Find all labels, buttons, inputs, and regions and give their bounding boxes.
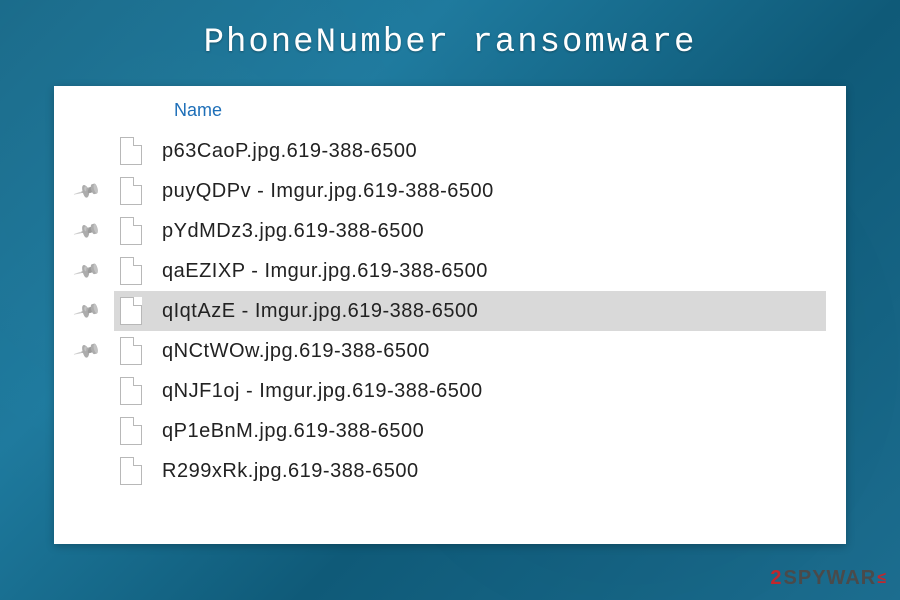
file-row[interactable]: 📌qNCtWOw.jpg.619-388-6500 xyxy=(114,331,846,371)
pin-icon[interactable]: 📌 xyxy=(72,256,102,285)
file-name: qNJF1oj - Imgur.jpg.619-388-6500 xyxy=(162,380,483,403)
file-name: qaEZIXP - Imgur.jpg.619-388-6500 xyxy=(162,260,488,283)
file-row[interactable]: R299xRk.jpg.619-388-6500 xyxy=(114,451,846,491)
column-header-name[interactable]: Name xyxy=(114,100,846,131)
file-icon xyxy=(120,257,142,285)
watermark-text: SPYWAR xyxy=(784,567,877,590)
file-row[interactable]: 📌pYdMDz3.jpg.619-388-6500 xyxy=(114,211,846,251)
file-icon xyxy=(120,217,142,245)
pin-icon[interactable]: 📌 xyxy=(72,296,102,325)
watermark: 2 SPYWAR ≤ xyxy=(770,567,886,590)
file-row[interactable]: 📌puyQDPv - Imgur.jpg.619-388-6500 xyxy=(114,171,846,211)
file-name: puyQDPv - Imgur.jpg.619-388-6500 xyxy=(162,180,494,203)
file-name: pYdMDz3.jpg.619-388-6500 xyxy=(162,220,424,243)
file-icon xyxy=(120,177,142,205)
file-icon xyxy=(120,297,142,325)
pin-icon[interactable]: 📌 xyxy=(72,216,102,245)
pin-icon[interactable]: 📌 xyxy=(72,336,102,365)
file-row[interactable]: qP1eBnM.jpg.619-388-6500 xyxy=(114,411,846,451)
file-name: R299xRk.jpg.619-388-6500 xyxy=(162,460,419,483)
file-icon xyxy=(120,457,142,485)
file-row[interactable]: 📌qIqtAzE - Imgur.jpg.619-388-6500 xyxy=(114,291,826,331)
file-icon xyxy=(120,337,142,365)
page-title: PhoneNumber ransomware xyxy=(204,24,697,62)
file-list: p63CaoP.jpg.619-388-6500 📌puyQDPv - Imgur… xyxy=(114,131,846,491)
pin-icon[interactable]: 📌 xyxy=(72,176,102,205)
file-icon xyxy=(120,377,142,405)
background: PhoneNumber ransomware Name p63CaoP.jpg.… xyxy=(0,0,900,600)
watermark-suffix: ≤ xyxy=(877,570,886,588)
file-row[interactable]: qNJF1oj - Imgur.jpg.619-388-6500 xyxy=(114,371,846,411)
file-icon xyxy=(120,417,142,445)
file-name: qIqtAzE - Imgur.jpg.619-388-6500 xyxy=(162,300,478,323)
file-row[interactable]: 📌qaEZIXP - Imgur.jpg.619-388-6500 xyxy=(114,251,846,291)
file-name: qNCtWOw.jpg.619-388-6500 xyxy=(162,340,430,363)
file-name: p63CaoP.jpg.619-388-6500 xyxy=(162,140,417,163)
file-name: qP1eBnM.jpg.619-388-6500 xyxy=(162,420,424,443)
file-icon xyxy=(120,137,142,165)
file-explorer-panel: Name p63CaoP.jpg.619-388-6500📌puyQDPv - … xyxy=(54,86,846,544)
watermark-prefix: 2 xyxy=(770,567,781,590)
file-row[interactable]: p63CaoP.jpg.619-388-6500 xyxy=(114,131,846,171)
